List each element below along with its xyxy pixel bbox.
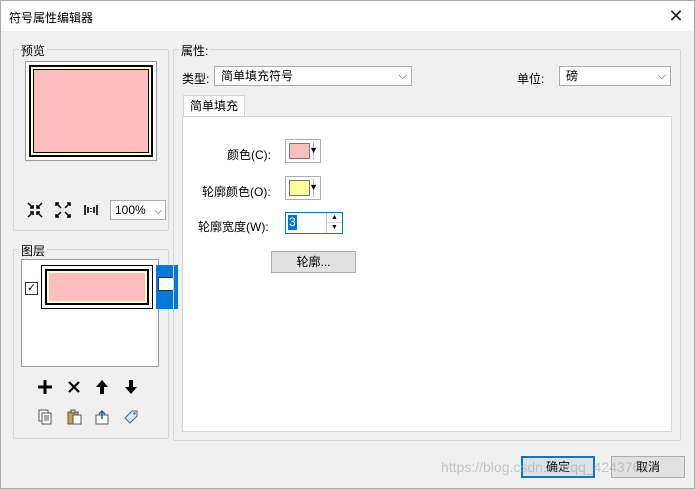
copy-icon (38, 409, 52, 425)
layer-visible-checkbox[interactable]: ✓ (25, 282, 38, 295)
watermark-text: https://blog.csdn.net/qq_42437697 (441, 459, 656, 475)
outline-color-label: 轮廓颜色(O): (202, 185, 271, 199)
outline-width-value[interactable]: 3 (288, 215, 297, 230)
actual-size-icon (84, 205, 98, 215)
reset-icon (95, 409, 109, 425)
layers-list[interactable]: ✓ (21, 259, 178, 367)
expand-arrows-icon (55, 202, 71, 218)
dropdown-arrow-icon: ▼ (309, 182, 318, 192)
outline-color-swatch (289, 180, 310, 196)
zoom-select[interactable]: 100% ⌵ (110, 200, 166, 220)
fill-color-label: 颜色(C): (227, 148, 271, 162)
chevron-down-icon: ⌵ (657, 70, 666, 82)
paste-icon (67, 409, 82, 425)
type-value: 简单填充符号 (221, 69, 294, 83)
x-icon (68, 381, 80, 393)
list-item[interactable]: ✓ (22, 262, 178, 309)
unit-select[interactable]: 磅 ⌵ (559, 66, 671, 86)
symbol-preview (25, 61, 157, 161)
zoom-value: 100% (115, 203, 146, 217)
fill-color-picker[interactable]: ▼ (285, 139, 321, 163)
chevron-down-icon: ⌵ (398, 70, 407, 82)
unit-label: 单位: (517, 72, 545, 86)
properties-group-label: 属性: (179, 42, 211, 59)
dropdown-arrow-icon: ▼ (309, 145, 318, 155)
outline-color-picker[interactable]: ▼ (285, 176, 321, 200)
paste-layer-button[interactable] (63, 406, 85, 428)
move-down-button[interactable] (120, 376, 142, 398)
outline-button[interactable]: 轮廓... (271, 251, 356, 273)
window-title: 符号属性编辑器 (9, 11, 94, 25)
zoom-out-button[interactable] (53, 200, 73, 220)
actual-size-button[interactable] (81, 200, 101, 220)
close-button[interactable]: ✕ (662, 3, 690, 29)
tab-simple-fill[interactable]: 简单填充 (183, 95, 245, 117)
type-select[interactable]: 简单填充符号 ⌵ (214, 66, 412, 86)
outline-width-label: 轮廓宽度(W): (198, 220, 269, 234)
tab-panel (182, 116, 672, 432)
plus-icon (38, 380, 52, 394)
symbol-editor-dialog: 符号属性编辑器 ✕ 预览 100% ⌵ 图层 ✓ 属性: 类型: 简单填充符号 … (0, 0, 695, 489)
copy-layer-button[interactable] (34, 406, 56, 428)
preview-group-label: 预览 (19, 42, 48, 59)
move-up-button[interactable] (91, 376, 113, 398)
fill-color-swatch (289, 143, 310, 159)
spin-up-button[interactable]: ▲ (327, 213, 342, 223)
reset-layer-button[interactable] (91, 406, 113, 428)
arrow-up-icon (96, 380, 108, 394)
add-layer-button[interactable] (34, 376, 56, 398)
lock-icon (158, 277, 174, 291)
arrow-down-icon (125, 380, 137, 394)
tag-layer-button[interactable] (120, 406, 142, 428)
layers-group-label: 图层 (19, 242, 48, 259)
zoom-in-button[interactable] (25, 200, 45, 220)
delete-layer-button[interactable] (63, 376, 85, 398)
type-label: 类型: (182, 72, 210, 86)
chevron-down-icon: ⌵ (154, 206, 162, 217)
unit-value: 磅 (566, 69, 579, 83)
title-bar: 符号属性编辑器 ✕ (1, 1, 694, 31)
tag-icon (124, 410, 138, 424)
preview-fill (29, 65, 153, 157)
spin-down-button[interactable]: ▼ (327, 223, 342, 233)
outline-width-spinner[interactable]: 3 ▲ ▼ (285, 212, 343, 234)
collapse-arrows-icon (27, 202, 43, 218)
layer-thumbnail (41, 265, 153, 309)
close-icon: ✕ (668, 6, 684, 26)
